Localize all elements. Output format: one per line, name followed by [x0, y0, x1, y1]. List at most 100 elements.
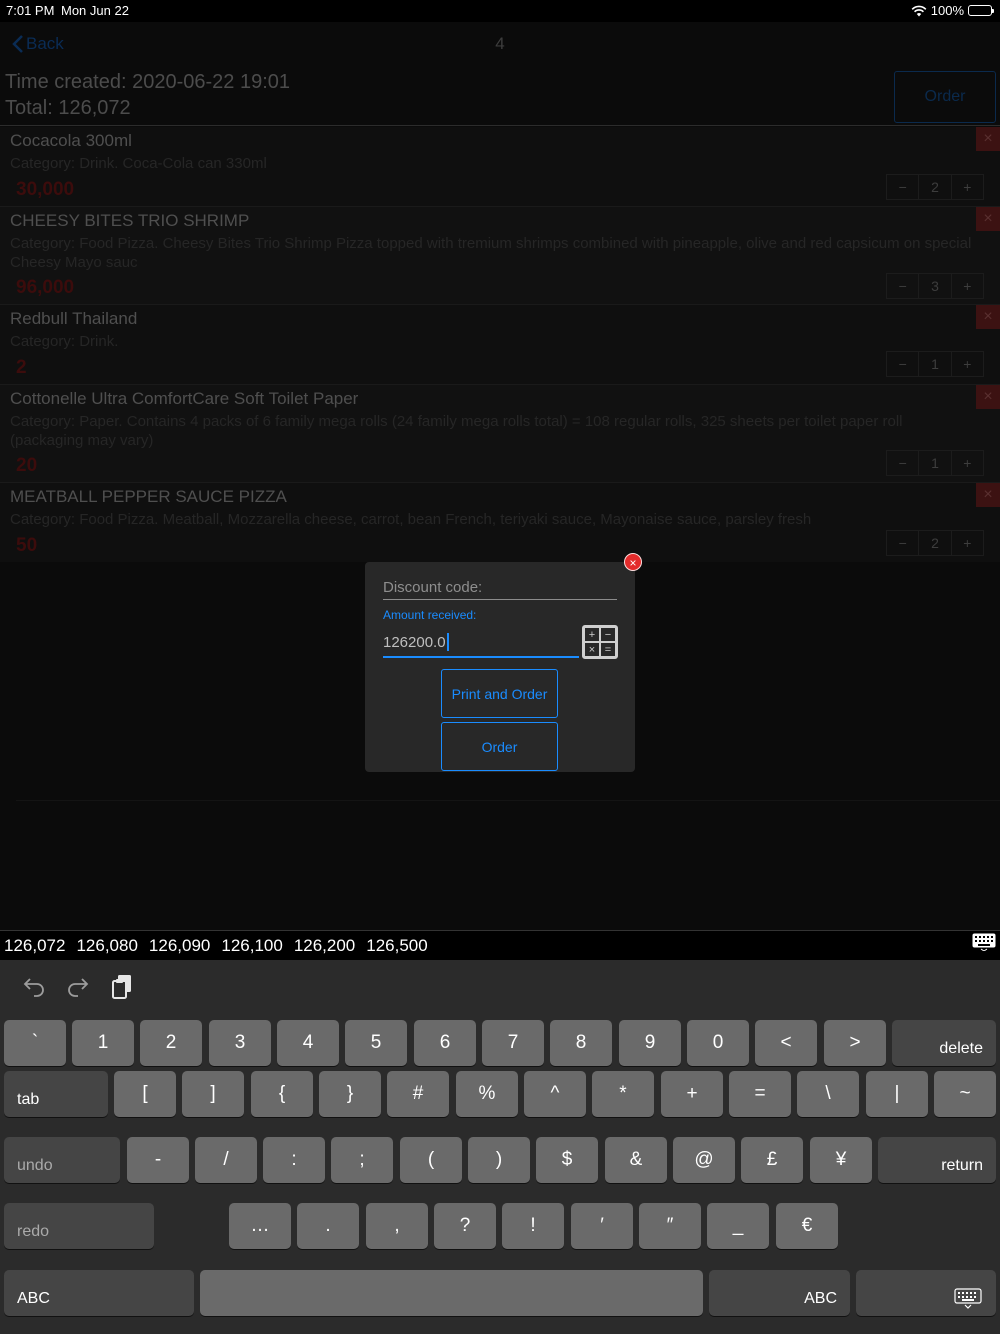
- key[interactable]: @: [673, 1137, 735, 1183]
- key[interactable]: `: [4, 1020, 66, 1066]
- tab-key[interactable]: tab: [4, 1071, 108, 1117]
- key[interactable]: &: [605, 1137, 667, 1183]
- abc-key-left[interactable]: ABC: [4, 1270, 194, 1316]
- discount-code-input[interactable]: [383, 576, 617, 600]
- remove-item-button[interactable]: ×: [976, 127, 1000, 151]
- space-key[interactable]: [200, 1270, 703, 1316]
- quantity-stepper[interactable]: − 1 +: [886, 351, 984, 377]
- remove-item-button[interactable]: ×: [976, 207, 1000, 231]
- key[interactable]: >: [824, 1020, 886, 1066]
- order-button[interactable]: Order: [441, 722, 558, 771]
- redo-icon[interactable]: [66, 974, 90, 998]
- increment-button[interactable]: +: [952, 278, 983, 294]
- key[interactable]: 0: [687, 1020, 749, 1066]
- increment-button[interactable]: +: [952, 179, 983, 195]
- divider: [16, 800, 1000, 801]
- amount-received-input[interactable]: 126200.0: [383, 628, 579, 658]
- key[interactable]: %: [456, 1071, 518, 1117]
- key[interactable]: #: [387, 1071, 449, 1117]
- delete-key[interactable]: delete: [892, 1020, 996, 1066]
- key[interactable]: +: [661, 1071, 723, 1117]
- key[interactable]: ¥: [810, 1137, 872, 1183]
- key[interactable]: <: [755, 1020, 817, 1066]
- key[interactable]: ;: [331, 1137, 393, 1183]
- suggestion-item[interactable]: 126,090: [149, 936, 210, 956]
- order-button-top[interactable]: Order: [894, 71, 996, 123]
- paste-icon[interactable]: [110, 974, 134, 1000]
- suggestion-item[interactable]: 126,100: [221, 936, 282, 956]
- item-name: Cocacola 300ml: [10, 131, 132, 150]
- decrement-button[interactable]: −: [887, 535, 918, 551]
- order-total: Total: 126,072: [5, 97, 131, 119]
- quantity-stepper[interactable]: − 2 +: [886, 174, 984, 200]
- quantity-stepper[interactable]: − 2 +: [886, 530, 984, 556]
- suggestion-item[interactable]: 126,072: [4, 936, 65, 956]
- key[interactable]: \: [797, 1071, 859, 1117]
- key[interactable]: 4: [277, 1020, 339, 1066]
- key[interactable]: 2: [140, 1020, 202, 1066]
- decrement-button[interactable]: −: [887, 278, 918, 294]
- redo-key[interactable]: redo: [4, 1203, 154, 1249]
- key[interactable]: ]: [182, 1071, 244, 1117]
- remove-item-button[interactable]: ×: [976, 305, 1000, 329]
- key[interactable]: $: [536, 1137, 598, 1183]
- key[interactable]: }: [319, 1071, 381, 1117]
- close-icon: ×: [983, 388, 993, 405]
- key[interactable]: £: [741, 1137, 803, 1183]
- decrement-button[interactable]: −: [887, 455, 918, 471]
- quantity-value: 3: [918, 274, 952, 298]
- key[interactable]: /: [195, 1137, 257, 1183]
- key[interactable]: |: [866, 1071, 928, 1117]
- key[interactable]: [: [114, 1071, 176, 1117]
- key[interactable]: ″: [639, 1203, 701, 1249]
- suggestion-item[interactable]: 126,500: [366, 936, 427, 956]
- key[interactable]: …: [229, 1203, 291, 1249]
- key[interactable]: ^: [524, 1071, 586, 1117]
- key[interactable]: !: [502, 1203, 564, 1249]
- print-and-order-button[interactable]: Print and Order: [441, 669, 558, 718]
- close-icon[interactable]: ×: [624, 553, 642, 571]
- key[interactable]: ,: [366, 1203, 428, 1249]
- undo-icon[interactable]: [22, 974, 46, 998]
- key[interactable]: *: [592, 1071, 654, 1117]
- abc-key-right[interactable]: ABC: [709, 1270, 850, 1316]
- key[interactable]: 7: [482, 1020, 544, 1066]
- key[interactable]: 8: [550, 1020, 612, 1066]
- increment-button[interactable]: +: [952, 535, 983, 551]
- key[interactable]: ~: [934, 1071, 996, 1117]
- key[interactable]: :: [263, 1137, 325, 1183]
- increment-button[interactable]: +: [952, 356, 983, 372]
- key[interactable]: 3: [209, 1020, 271, 1066]
- key[interactable]: -: [127, 1137, 189, 1183]
- decrement-button[interactable]: −: [887, 179, 918, 195]
- calculator-icon[interactable]: + − × =: [582, 625, 618, 659]
- key[interactable]: _: [707, 1203, 769, 1249]
- key[interactable]: 1: [72, 1020, 134, 1066]
- keyboard-icon[interactable]: [971, 933, 997, 951]
- suggestion-item[interactable]: 126,200: [294, 936, 355, 956]
- key[interactable]: €: [776, 1203, 838, 1249]
- key[interactable]: 9: [619, 1020, 681, 1066]
- increment-button[interactable]: +: [952, 455, 983, 471]
- quantity-stepper[interactable]: − 1 +: [886, 450, 984, 476]
- key[interactable]: ?: [434, 1203, 496, 1249]
- remove-item-button[interactable]: ×: [976, 385, 1000, 409]
- decrement-button[interactable]: −: [887, 356, 918, 372]
- item-price: 50: [16, 535, 38, 556]
- key[interactable]: ′: [571, 1203, 633, 1249]
- return-key[interactable]: return: [878, 1137, 996, 1183]
- key[interactable]: ): [468, 1137, 530, 1183]
- item-description: Category: Paper. Contains 4 packs of 6 f…: [10, 413, 903, 449]
- remove-item-button[interactable]: ×: [976, 483, 1000, 507]
- key[interactable]: 5: [345, 1020, 407, 1066]
- quantity-stepper[interactable]: − 3 +: [886, 273, 984, 299]
- key[interactable]: {: [251, 1071, 313, 1117]
- suggestion-item[interactable]: 126,080: [76, 936, 137, 956]
- key[interactable]: 6: [414, 1020, 476, 1066]
- undo-key[interactable]: undo: [4, 1137, 120, 1183]
- key[interactable]: =: [729, 1071, 791, 1117]
- keyboard-dismiss-key[interactable]: [856, 1270, 996, 1316]
- key[interactable]: .: [297, 1203, 359, 1249]
- key[interactable]: (: [400, 1137, 462, 1183]
- keyboard-hide-icon: [954, 1288, 982, 1309]
